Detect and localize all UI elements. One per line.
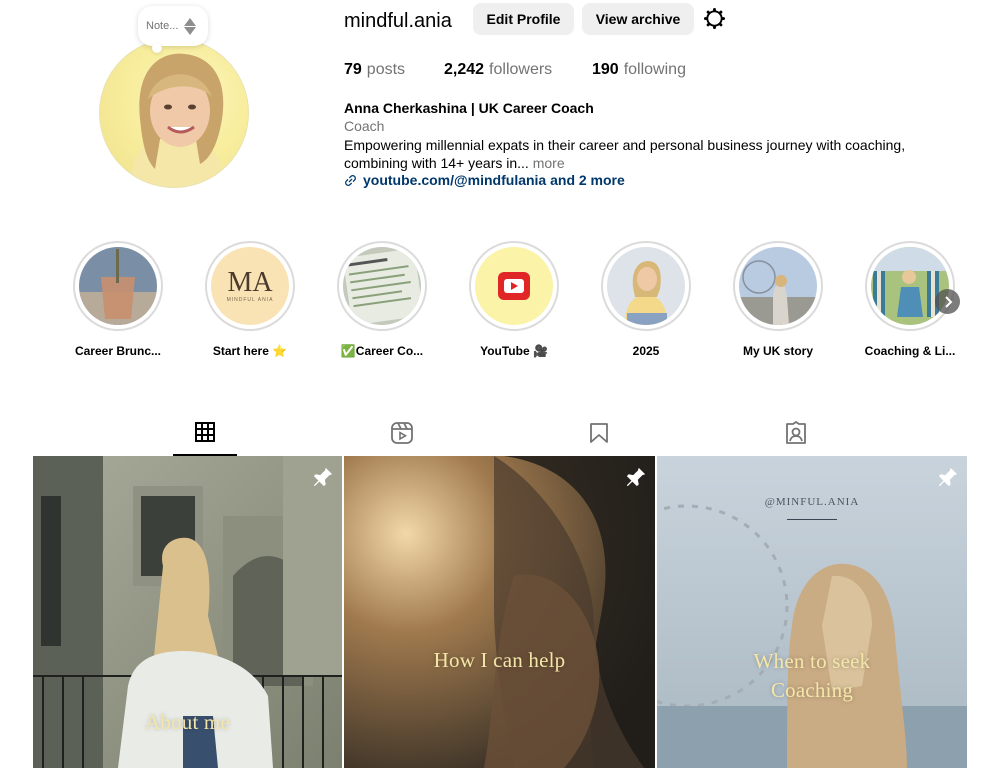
- coffee-photo-icon: [79, 247, 157, 325]
- bio: Empowering millennial expats in their ca…: [344, 136, 924, 172]
- highlight-label: YouTube 🎥: [480, 344, 548, 358]
- bio-line-2-text: combining with 14+ years in...: [344, 155, 529, 171]
- posts-label: posts: [366, 61, 406, 78]
- note-bubble[interactable]: Note...: [138, 6, 208, 53]
- following-number: 190: [592, 61, 619, 78]
- chevron-right-icon: [944, 295, 952, 308]
- bio-line-2: combining with 14+ years in... more: [344, 154, 924, 172]
- highlight-youtube[interactable]: YouTube 🎥: [454, 241, 574, 358]
- pinned-icon: [313, 467, 333, 487]
- highlight-label: 2025: [632, 344, 660, 358]
- post-watermark: @MINFUL.ANIA: [764, 496, 860, 508]
- profile-tabs: [0, 410, 994, 456]
- post-photo: [344, 456, 655, 768]
- highlight-label: ✅Career Co...: [340, 344, 424, 358]
- highlight-label: Coaching & Li...: [864, 344, 956, 358]
- youtube-logo-icon: [475, 247, 553, 325]
- avatar-photo: [130, 53, 225, 187]
- pinned-icon: [626, 467, 646, 487]
- reels-icon: [391, 422, 413, 444]
- bio-line-1: Empowering millennial expats in their ca…: [344, 137, 906, 153]
- followers-link[interactable]: 2,242 followers: [444, 60, 552, 80]
- london-eye-photo-icon: [739, 247, 817, 325]
- grid-icon: [195, 422, 215, 442]
- ma-logo-letters: MA: [227, 267, 273, 298]
- highlight-start-here[interactable]: MA MINDFUL ANIA Start here ⭐: [190, 241, 310, 358]
- category-label: Coach: [344, 118, 385, 134]
- note-sort-icon: [184, 17, 197, 35]
- post-tile-when-to-seek-coaching[interactable]: @MINFUL.ANIA When to seek Coaching: [657, 456, 967, 768]
- tagged-icon: [786, 421, 806, 444]
- highlight-career-co[interactable]: ✅Career Co...: [322, 241, 442, 358]
- profile-avatar[interactable]: [99, 38, 249, 188]
- document-photo-icon: [343, 247, 421, 325]
- followers-label: followers: [489, 61, 553, 78]
- highlight-my-uk-story[interactable]: My UK story: [718, 241, 838, 358]
- settings-icon[interactable]: [703, 7, 726, 30]
- link-icon: [345, 174, 356, 186]
- followers-number: 2,242: [444, 61, 485, 78]
- tab-reels[interactable]: [370, 410, 434, 456]
- highlight-label: Start here ⭐: [212, 344, 288, 358]
- following-label: following: [623, 61, 686, 78]
- post-caption-line-2: Coaching: [770, 678, 854, 702]
- post-caption: About me: [144, 710, 230, 734]
- view-archive-button[interactable]: View archive: [582, 3, 694, 35]
- bio-more-link[interactable]: more: [533, 155, 565, 171]
- highlight-2025[interactable]: 2025: [586, 241, 706, 358]
- post-caption-line-1: When to seek: [753, 649, 871, 673]
- deckchair-photo-icon: [871, 247, 949, 325]
- ma-logo-icon: MA MINDFUL ANIA: [211, 247, 289, 325]
- edit-profile-button[interactable]: Edit Profile: [473, 3, 574, 35]
- portrait-photo-icon: [607, 247, 685, 325]
- tab-tagged[interactable]: [764, 410, 828, 456]
- ma-logo-sub: MINDFUL ANIA: [226, 297, 274, 303]
- note-text: Note...: [146, 20, 179, 32]
- bio-link-text: youtube.com/@mindfulania and 2 more: [363, 172, 625, 188]
- bookmark-icon: [590, 423, 608, 443]
- posts-count: 79 posts: [344, 60, 405, 80]
- bio-link[interactable]: youtube.com/@mindfulania and 2 more: [344, 172, 625, 188]
- tab-posts[interactable]: [173, 410, 237, 456]
- pinned-icon: [938, 467, 958, 487]
- highlight-career-brunch[interactable]: Career Brunc...: [58, 241, 178, 358]
- highlight-label: My UK story: [742, 344, 813, 358]
- posts-number: 79: [344, 61, 362, 78]
- watermark-underline: [787, 519, 837, 520]
- highlights-next-button[interactable]: [935, 289, 960, 314]
- full-name: Anna Cherkashina | UK Career Coach: [344, 100, 594, 116]
- post-caption: How I can help: [433, 648, 566, 672]
- post-tile-how-i-can-help[interactable]: How I can help: [344, 456, 655, 768]
- username: mindful.ania: [344, 10, 452, 32]
- avatar[interactable]: [99, 38, 249, 188]
- tab-saved[interactable]: [567, 410, 631, 456]
- highlight-label: Career Brunc...: [74, 344, 162, 358]
- post-tile-about-me[interactable]: About me: [33, 456, 342, 768]
- following-link[interactable]: 190 following: [592, 60, 686, 80]
